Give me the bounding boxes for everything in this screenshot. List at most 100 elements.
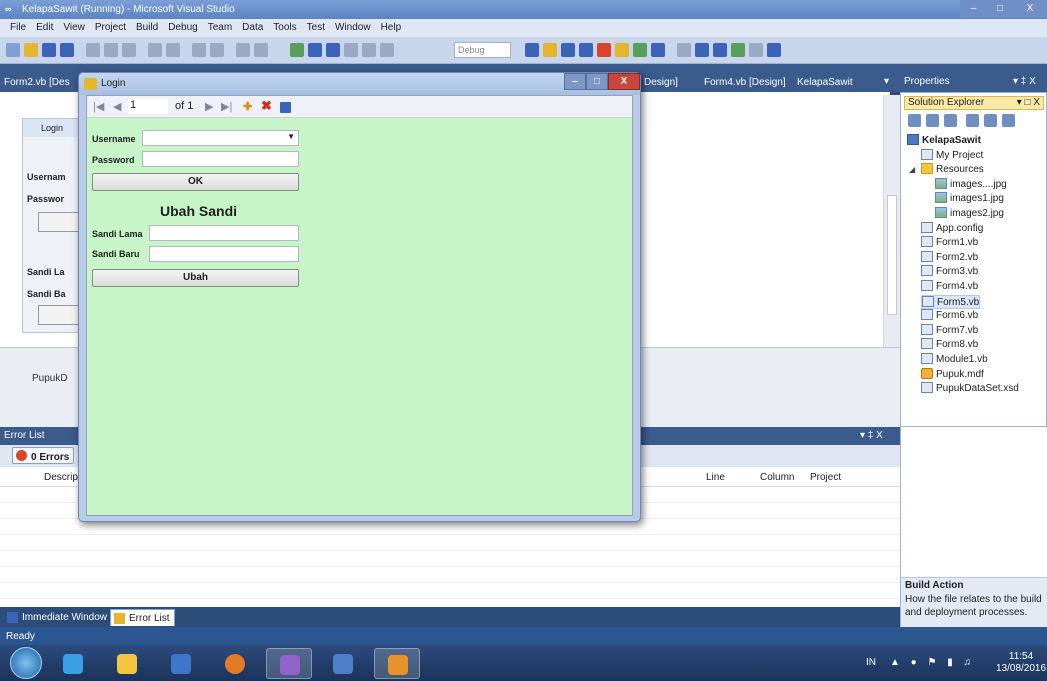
login-maximize-button[interactable]: □ bbox=[586, 73, 608, 90]
bring-front-icon[interactable] bbox=[695, 43, 709, 57]
clock[interactable]: 11:54 13/08/2016 bbox=[996, 651, 1046, 675]
tray-icons[interactable]: ▲ ● ⚑ ▮ ♫ bbox=[890, 657, 975, 668]
save-all-icon[interactable] bbox=[60, 43, 74, 57]
object-browser-icon[interactable] bbox=[579, 43, 593, 57]
new-project-icon[interactable] bbox=[6, 43, 20, 57]
undo-icon[interactable] bbox=[192, 43, 206, 57]
navigate-forward-icon[interactable] bbox=[254, 43, 268, 57]
taskbar-file-explorer[interactable] bbox=[104, 648, 150, 679]
menu-item-data[interactable]: Data bbox=[237, 19, 268, 37]
command-window-icon[interactable] bbox=[651, 43, 665, 57]
tree-item-kelapasawit[interactable]: KelapaSawit bbox=[907, 134, 981, 148]
designer-scrollbar[interactable] bbox=[883, 95, 900, 348]
tree-item-form4-vb[interactable]: Form4.vb bbox=[921, 280, 978, 294]
properties-tool-icon[interactable] bbox=[908, 114, 921, 127]
menu-item-help[interactable]: Help bbox=[376, 19, 407, 37]
tab-form2-design[interactable]: Form2.vb [Des bbox=[4, 77, 70, 88]
taskbar-internet-explorer[interactable] bbox=[50, 648, 96, 679]
tab-error-list[interactable]: Error List bbox=[110, 609, 175, 626]
sandi-lama-field[interactable] bbox=[149, 225, 299, 241]
cut-icon[interactable] bbox=[86, 43, 100, 57]
extension-icon[interactable] bbox=[633, 43, 647, 57]
tray-item-pupuk-dataset[interactable]: PupukD bbox=[32, 373, 68, 384]
login-dialog-titlebar[interactable]: Login ‒ □ X bbox=[79, 73, 640, 95]
solution-explorer-icon[interactable] bbox=[543, 43, 557, 57]
login-minimize-button[interactable]: ‒ bbox=[564, 73, 586, 90]
tree-item-resources[interactable]: ◢ Resources bbox=[909, 163, 984, 177]
menu-item-edit[interactable]: Edit bbox=[31, 19, 58, 37]
menu-item-project[interactable]: Project bbox=[90, 19, 131, 37]
tree-item-pupuk-mdf[interactable]: Pupuk.mdf bbox=[921, 367, 984, 382]
tree-item-form3-vb[interactable]: Form3.vb bbox=[921, 265, 978, 279]
tab-immediate-window[interactable]: Immediate Window bbox=[4, 609, 111, 626]
move-last-icon[interactable]: ▶| bbox=[221, 100, 232, 113]
tab-kelapasawit[interactable]: KelapaSawit bbox=[797, 77, 853, 88]
column-line[interactable]: Line bbox=[706, 472, 725, 483]
ok-button[interactable]: OK bbox=[92, 173, 299, 191]
menu-item-file[interactable]: File bbox=[0, 19, 31, 37]
minimize-button[interactable]: ‒ bbox=[960, 0, 987, 18]
navigate-back-icon[interactable] bbox=[236, 43, 250, 57]
uncomment-icon[interactable] bbox=[166, 43, 180, 57]
tree-item-module1-vb[interactable]: Module1.vb bbox=[921, 353, 988, 367]
step-over-icon[interactable] bbox=[362, 43, 376, 57]
solution-config-dropdown[interactable]: Debug bbox=[454, 42, 511, 58]
menu-item-team[interactable]: Team bbox=[203, 19, 237, 37]
taskbar-firefox[interactable] bbox=[212, 648, 258, 679]
start-button[interactable] bbox=[10, 647, 42, 679]
taskbar-media-player[interactable] bbox=[158, 648, 204, 679]
ubah-button[interactable]: Ubah bbox=[92, 269, 299, 287]
format-icon[interactable] bbox=[767, 43, 781, 57]
comment-icon[interactable] bbox=[148, 43, 162, 57]
properties-icon[interactable] bbox=[561, 43, 575, 57]
pause-icon[interactable] bbox=[308, 43, 322, 57]
find-icon[interactable] bbox=[525, 43, 539, 57]
tree-item-my-project[interactable]: My Project bbox=[921, 148, 983, 163]
redo-icon[interactable] bbox=[210, 43, 224, 57]
add-new-icon[interactable]: ✚ bbox=[243, 100, 252, 113]
language-indicator[interactable]: IN bbox=[866, 657, 876, 668]
view-designer-icon[interactable] bbox=[984, 114, 997, 127]
tree-item-form5-vb[interactable]: Form5.vb bbox=[921, 294, 981, 309]
chevron-down-icon[interactable]: ▼ bbox=[287, 132, 295, 141]
tree-item-form1-vb[interactable]: Form1.vb bbox=[921, 236, 978, 250]
errors-filter-button[interactable]: 0 Errors bbox=[12, 447, 75, 464]
continue-icon[interactable] bbox=[290, 43, 304, 57]
stop-icon[interactable] bbox=[326, 43, 340, 57]
designer-scrollbar-thumb[interactable] bbox=[887, 195, 897, 315]
tree-item-images2-jpg[interactable]: images2.jpg bbox=[935, 207, 1004, 221]
tree-item-pupukdataset-xsd[interactable]: PupukDataSet.xsd bbox=[921, 382, 1019, 396]
close-button[interactable]: X bbox=[1013, 0, 1047, 18]
delete-icon[interactable]: ✖ bbox=[261, 98, 272, 114]
step-into-icon[interactable] bbox=[380, 43, 394, 57]
column-description[interactable]: Descrip bbox=[44, 472, 78, 483]
move-first-icon[interactable]: |◀ bbox=[93, 100, 104, 113]
properties-pin-icon[interactable]: ▾ ‡ X bbox=[1013, 76, 1036, 87]
move-previous-icon[interactable]: ◀ bbox=[113, 100, 121, 113]
toolbox-icon[interactable] bbox=[597, 43, 611, 57]
class-diagram-icon[interactable] bbox=[1002, 114, 1015, 127]
tab-list-dropdown-icon[interactable]: ▾ bbox=[884, 76, 889, 87]
send-back-icon[interactable] bbox=[713, 43, 727, 57]
expand-arrow-icon[interactable]: ◢ bbox=[909, 163, 915, 177]
lock-controls-icon[interactable] bbox=[749, 43, 763, 57]
restart-icon[interactable] bbox=[344, 43, 358, 57]
solution-explorer-close-icon[interactable]: ▾ □ X bbox=[1017, 97, 1040, 109]
sandi-baru-field[interactable] bbox=[149, 246, 299, 262]
tab-order-icon[interactable] bbox=[731, 43, 745, 57]
login-close-button[interactable]: X bbox=[608, 73, 640, 90]
restore-button[interactable]: □ bbox=[987, 0, 1013, 18]
show-all-files-icon[interactable] bbox=[926, 114, 939, 127]
start-page-icon[interactable] bbox=[615, 43, 629, 57]
tab-form4-design[interactable]: Form4.vb [Design] bbox=[704, 77, 786, 88]
tree-item-form2-vb[interactable]: Form2.vb bbox=[921, 250, 978, 265]
taskbar-login-app[interactable] bbox=[374, 648, 420, 679]
menu-item-view[interactable]: View bbox=[58, 19, 90, 37]
error-list-pin-icon[interactable]: ▾ ‡ X bbox=[860, 430, 883, 441]
tree-item-app-config[interactable]: App.config bbox=[921, 221, 983, 236]
username-combo[interactable]: ▼ bbox=[142, 130, 299, 146]
tree-item-images-jpg[interactable]: images....jpg bbox=[935, 177, 1007, 192]
tree-item-images1-jpg[interactable]: images1.jpg bbox=[935, 192, 1004, 206]
refresh-icon[interactable] bbox=[944, 114, 957, 127]
save-icon[interactable] bbox=[42, 43, 56, 57]
